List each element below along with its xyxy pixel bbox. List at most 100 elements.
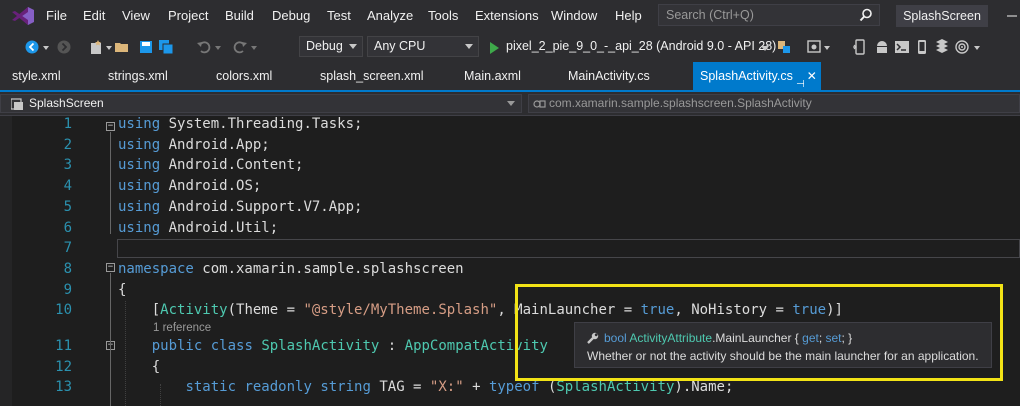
tab-colors-xml[interactable]: colors.xml xyxy=(216,69,272,83)
csharp-project-icon xyxy=(11,98,23,110)
tab-label: SplashActivity.cs xyxy=(700,69,793,83)
chevron-down-icon[interactable] xyxy=(761,46,769,51)
tab-splash-screen-xml[interactable]: splash_screen.xml xyxy=(320,69,424,83)
menu-analyze[interactable]: Analyze xyxy=(367,8,413,23)
android-device-icon[interactable] xyxy=(914,39,930,55)
redo-icon[interactable] xyxy=(232,39,248,55)
code-token: Android.Content; xyxy=(160,157,304,174)
code-token: using xyxy=(118,198,161,215)
run-target-button[interactable]: pixel_2_pie_9_0_-_api_28 (Android 9.0 - … xyxy=(506,39,776,53)
menu-tools[interactable]: Tools xyxy=(428,8,458,23)
code-token: Android.App; xyxy=(160,136,270,153)
code-token: com.xamarin.sample.splashscreen xyxy=(193,260,464,277)
code-token: System.Threading.Tasks; xyxy=(160,116,363,132)
code-token: string xyxy=(320,379,371,396)
code-token: ).Name; xyxy=(674,379,734,396)
platform-dropdown[interactable]: Any CPU xyxy=(367,36,479,57)
codelens-references[interactable]: 1 reference xyxy=(153,322,211,334)
forward-icon[interactable] xyxy=(56,39,72,55)
terminal-icon[interactable] xyxy=(894,39,910,55)
save-icon[interactable] xyxy=(138,39,154,55)
close-icon[interactable]: ✕ xyxy=(807,62,817,90)
line-number: 11 xyxy=(55,338,72,354)
visual-studio-logo-icon[interactable] xyxy=(12,7,34,25)
configuration-dropdown[interactable]: Debug xyxy=(299,36,363,57)
collapse-icon[interactable]: − xyxy=(106,122,115,131)
line-number: 2 xyxy=(63,136,72,153)
member-dropdown[interactable]: com.xamarin.sample.splashscreen.SplashAc… xyxy=(528,94,1020,113)
tab-strings-xml[interactable]: strings.xml xyxy=(108,69,168,83)
menu-view[interactable]: View xyxy=(122,8,150,23)
menu-extensions[interactable]: Extensions xyxy=(475,8,539,23)
fold-guide xyxy=(110,273,111,406)
code-token: ( xyxy=(539,379,557,396)
line-number: 8 xyxy=(63,260,72,277)
collapse-icon[interactable]: − xyxy=(106,263,115,272)
code-token: Activity xyxy=(160,302,228,319)
code-line: public class SplashActivity : AppCompatA… xyxy=(118,338,548,354)
android-sdk-manager-icon[interactable] xyxy=(874,39,890,55)
device-log-icon[interactable] xyxy=(852,39,868,55)
code-line: { xyxy=(118,282,126,298)
current-line-highlight xyxy=(117,239,1020,258)
search-input[interactable]: Search (Ctrl+Q) xyxy=(658,4,880,26)
code-line: namespace com.xamarin.sample.splashscree… xyxy=(118,261,464,277)
line-number: 7 xyxy=(63,240,72,257)
code-token: TAG = xyxy=(370,379,430,396)
project-dropdown[interactable]: SplashScreen xyxy=(0,94,522,113)
code-token: readonly xyxy=(244,379,312,396)
code-token: : xyxy=(379,338,405,354)
menu-window[interactable]: Window xyxy=(551,8,597,23)
search-placeholder: Search (Ctrl+Q) xyxy=(666,8,754,22)
menu-build[interactable]: Build xyxy=(225,8,254,23)
code-token: using xyxy=(118,157,161,174)
code-token: Android.Util; xyxy=(160,219,279,236)
code-token: typeof xyxy=(488,379,540,396)
target-icon[interactable] xyxy=(954,39,970,55)
code-token: public xyxy=(151,338,203,354)
navigation-bar: SplashScreen com.xamarin.sample.splashsc… xyxy=(0,92,1020,116)
solution-name[interactable]: SplashScreen xyxy=(896,5,988,27)
chevron-down-icon xyxy=(465,44,473,49)
code-line: using Android.Util; xyxy=(118,220,278,236)
code-line: using System.Threading.Tasks; xyxy=(118,116,362,132)
android-emulator-icon[interactable] xyxy=(806,39,822,55)
line-number: 4 xyxy=(63,178,72,195)
toolbar: Debug Any CPU pixel_2_pie_9_0_-_api_28 (… xyxy=(0,32,1020,62)
code-token: using xyxy=(118,178,161,195)
minimize-icon[interactable] xyxy=(1004,8,1020,22)
menu-help[interactable]: Help xyxy=(615,8,642,23)
code-token: "@style/MyTheme.Splash" xyxy=(303,302,498,319)
member-name: com.xamarin.sample.splashscreen.SplashAc… xyxy=(549,96,812,110)
project-name: SplashScreen xyxy=(29,96,104,110)
search-icon[interactable] xyxy=(859,8,873,22)
code-token: Android.OS; xyxy=(160,178,262,195)
new-project-icon[interactable] xyxy=(88,39,104,55)
code-token: Android.Support.V7.App; xyxy=(160,198,363,215)
open-folder-icon[interactable] xyxy=(114,39,130,55)
tab-mainactivity-cs[interactable]: MainActivity.cs xyxy=(568,69,650,83)
save-all-icon[interactable] xyxy=(158,39,174,55)
undo-icon[interactable] xyxy=(196,39,212,55)
layout-inspector-icon[interactable] xyxy=(934,39,950,55)
tab-style-xml[interactable]: style.xml xyxy=(12,69,61,83)
device-manager-icon[interactable] xyxy=(776,39,792,55)
menu-debug[interactable]: Debug xyxy=(272,8,310,23)
start-debugging-icon[interactable] xyxy=(490,42,499,54)
line-number: 9 xyxy=(63,281,72,298)
code-line: using Android.Content; xyxy=(118,157,303,173)
code-token: using xyxy=(118,219,161,236)
tab-splashactivity-cs[interactable]: SplashActivity.cs ⊣ ✕ xyxy=(693,62,821,90)
menu-project[interactable]: Project xyxy=(168,8,208,23)
class-icon xyxy=(533,100,546,108)
editor-margin xyxy=(0,116,12,406)
menu-file[interactable]: File xyxy=(46,8,67,23)
back-icon[interactable] xyxy=(24,39,40,55)
code-token: "X:" xyxy=(429,379,464,396)
line-number: 12 xyxy=(55,358,72,375)
tab-main-axml[interactable]: Main.axml xyxy=(464,69,521,83)
menu-test[interactable]: Test xyxy=(327,8,351,23)
menu-edit[interactable]: Edit xyxy=(83,8,105,23)
line-number: 3 xyxy=(63,157,72,174)
